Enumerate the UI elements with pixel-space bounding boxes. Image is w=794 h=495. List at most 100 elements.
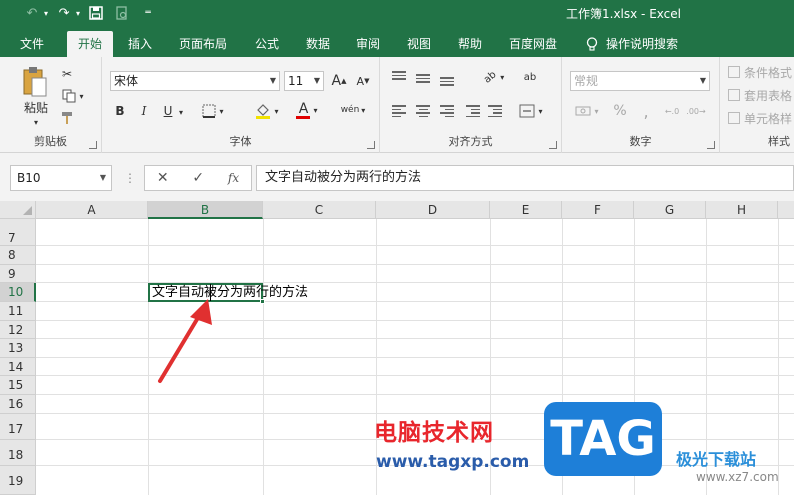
row-header-15[interactable]: 15 bbox=[0, 376, 36, 395]
format-painter-icon[interactable] bbox=[58, 109, 76, 127]
paste-dropdown-icon[interactable]: ▾ bbox=[26, 117, 46, 127]
worksheet-grid[interactable]: A B C D E F G H 7 8 9 10 11 12 13 14 15 … bbox=[0, 201, 794, 495]
decrease-decimal-icon[interactable]: .00→ bbox=[686, 101, 706, 121]
paste-icon[interactable] bbox=[20, 65, 50, 99]
tab-help[interactable]: 帮助 bbox=[454, 31, 486, 57]
tab-data[interactable]: 数据 bbox=[302, 31, 334, 57]
tab-page-layout[interactable]: 页面布局 bbox=[175, 31, 231, 57]
format-as-table-button[interactable]: 套用表格 bbox=[728, 86, 792, 104]
chevron-down-icon: ▼ bbox=[99, 173, 106, 182]
increase-decimal-icon[interactable]: ←.0 bbox=[662, 101, 682, 121]
borders-icon bbox=[202, 104, 216, 118]
shrink-font-button[interactable]: A ▼ bbox=[354, 71, 372, 91]
font-color-label: A bbox=[298, 100, 309, 117]
number-launcher-icon[interactable] bbox=[707, 141, 715, 149]
select-all-button[interactable] bbox=[0, 201, 36, 219]
grow-font-label: A bbox=[331, 73, 342, 89]
column-header-g[interactable]: G bbox=[634, 201, 706, 219]
chevron-down-icon: ▼ bbox=[313, 76, 320, 85]
align-left-icon[interactable] bbox=[392, 105, 406, 117]
tab-home[interactable]: 开始 bbox=[67, 31, 113, 57]
row-header-16[interactable]: 16 bbox=[0, 395, 36, 414]
print-preview-icon[interactable] bbox=[112, 3, 132, 23]
orientation-button[interactable]: ab ▾ bbox=[476, 67, 512, 87]
fill-color-button[interactable]: ▾ bbox=[252, 101, 282, 121]
alignment-group-label: 对齐方式 bbox=[448, 135, 493, 148]
grow-font-button[interactable]: A ▲ bbox=[330, 71, 348, 91]
row-header-7[interactable]: 7 bbox=[0, 219, 36, 246]
row-header-9[interactable]: 9 bbox=[0, 265, 36, 283]
number-format-value: 常规 bbox=[574, 74, 599, 88]
font-color-button[interactable]: A ▾ bbox=[292, 99, 322, 121]
phonetic-button[interactable]: wén ▾ bbox=[336, 97, 370, 123]
tab-file[interactable]: 文件 bbox=[16, 31, 48, 57]
font-size-select[interactable]: 11 ▼ bbox=[284, 71, 324, 91]
tab-insert[interactable]: 插入 bbox=[124, 31, 156, 57]
cut-icon[interactable]: ✂ bbox=[58, 65, 76, 83]
align-top-icon[interactable] bbox=[392, 71, 406, 80]
borders-button[interactable]: ▾ bbox=[198, 101, 228, 121]
row-header-18[interactable]: 18 bbox=[0, 440, 36, 466]
decrease-indent-icon[interactable] bbox=[466, 105, 480, 117]
row-header-11[interactable]: 11 bbox=[0, 302, 36, 321]
alignment-launcher-icon[interactable] bbox=[549, 141, 557, 149]
clipboard-launcher-icon[interactable] bbox=[89, 141, 97, 149]
row-header-8[interactable]: 8 bbox=[0, 246, 36, 265]
align-middle-icon[interactable] bbox=[416, 74, 430, 83]
column-header-d[interactable]: D bbox=[376, 201, 490, 219]
percent-style-button[interactable]: % bbox=[610, 101, 630, 121]
tab-review[interactable]: 审阅 bbox=[352, 31, 384, 57]
undo-dropdown-icon[interactable]: ▾ bbox=[44, 9, 48, 18]
underline-dropdown-icon[interactable]: ▾ bbox=[176, 105, 186, 119]
column-header-f[interactable]: F bbox=[562, 201, 634, 219]
formula-buttons: ✕ ✓ fx bbox=[144, 165, 252, 191]
row-header-10[interactable]: 10 bbox=[0, 283, 36, 302]
row-header-13[interactable]: 13 bbox=[0, 339, 36, 358]
paste-button[interactable]: 粘贴 bbox=[16, 99, 56, 115]
underline-button[interactable]: U bbox=[160, 101, 176, 121]
save-icon[interactable] bbox=[86, 3, 106, 23]
cell-styles-button[interactable]: 单元格样 bbox=[728, 109, 792, 127]
tell-me-search[interactable]: 操作说明搜索 bbox=[586, 31, 678, 57]
column-header-c[interactable]: C bbox=[263, 201, 376, 219]
column-header-a[interactable]: A bbox=[36, 201, 148, 219]
column-header-e[interactable]: E bbox=[490, 201, 562, 219]
gridline bbox=[36, 394, 794, 395]
bold-button[interactable]: B bbox=[112, 101, 128, 121]
tab-formulas[interactable]: 公式 bbox=[251, 31, 283, 57]
merge-center-button[interactable]: ▾ bbox=[514, 101, 548, 121]
align-right-icon[interactable] bbox=[440, 105, 454, 117]
align-center-icon[interactable] bbox=[416, 105, 430, 117]
redo-icon[interactable]: ↷ bbox=[54, 3, 74, 23]
row-header-17[interactable]: 17 bbox=[0, 414, 36, 440]
formula-input[interactable]: 文字自动被分为两行的方法 bbox=[256, 165, 794, 191]
row-header-19[interactable]: 19 bbox=[0, 466, 36, 495]
align-bottom-icon[interactable] bbox=[440, 77, 454, 86]
lightbulb-icon bbox=[586, 36, 598, 51]
font-launcher-icon[interactable] bbox=[367, 141, 375, 149]
redo-dropdown-icon[interactable]: ▾ bbox=[76, 9, 80, 18]
comma-style-button[interactable]: , bbox=[636, 101, 656, 121]
enter-icon[interactable]: ✓ bbox=[192, 170, 204, 186]
number-format-select[interactable]: 常规 ▼ bbox=[570, 71, 710, 91]
customize-qat-icon[interactable]: ═ bbox=[138, 3, 158, 23]
italic-button[interactable]: I bbox=[136, 101, 152, 121]
insert-function-icon[interactable]: fx bbox=[228, 171, 239, 185]
conditional-formatting-button[interactable]: 条件格式 bbox=[728, 63, 792, 81]
formula-bar-grip-icon[interactable]: ⋮ bbox=[124, 171, 136, 185]
cancel-icon[interactable]: ✕ bbox=[157, 170, 169, 186]
undo-icon[interactable]: ↶ bbox=[22, 3, 42, 23]
column-header-b[interactable]: B bbox=[148, 201, 263, 219]
tab-view[interactable]: 视图 bbox=[403, 31, 435, 57]
clipboard-group-label: 剪贴板 bbox=[34, 135, 67, 148]
row-header-14[interactable]: 14 bbox=[0, 358, 36, 376]
name-box[interactable]: B10 ▼ bbox=[10, 165, 112, 191]
wrap-text-icon[interactable]: ab bbox=[520, 67, 540, 87]
copy-icon[interactable]: ▾ bbox=[58, 87, 88, 105]
font-name-select[interactable]: 宋体 ▼ bbox=[110, 71, 280, 91]
row-header-12[interactable]: 12 bbox=[0, 321, 36, 339]
increase-indent-icon[interactable] bbox=[488, 105, 502, 117]
accounting-format-button[interactable]: ▾ bbox=[570, 101, 604, 121]
column-header-h[interactable]: H bbox=[706, 201, 778, 219]
tab-baidu-netdisk[interactable]: 百度网盘 bbox=[505, 31, 561, 57]
